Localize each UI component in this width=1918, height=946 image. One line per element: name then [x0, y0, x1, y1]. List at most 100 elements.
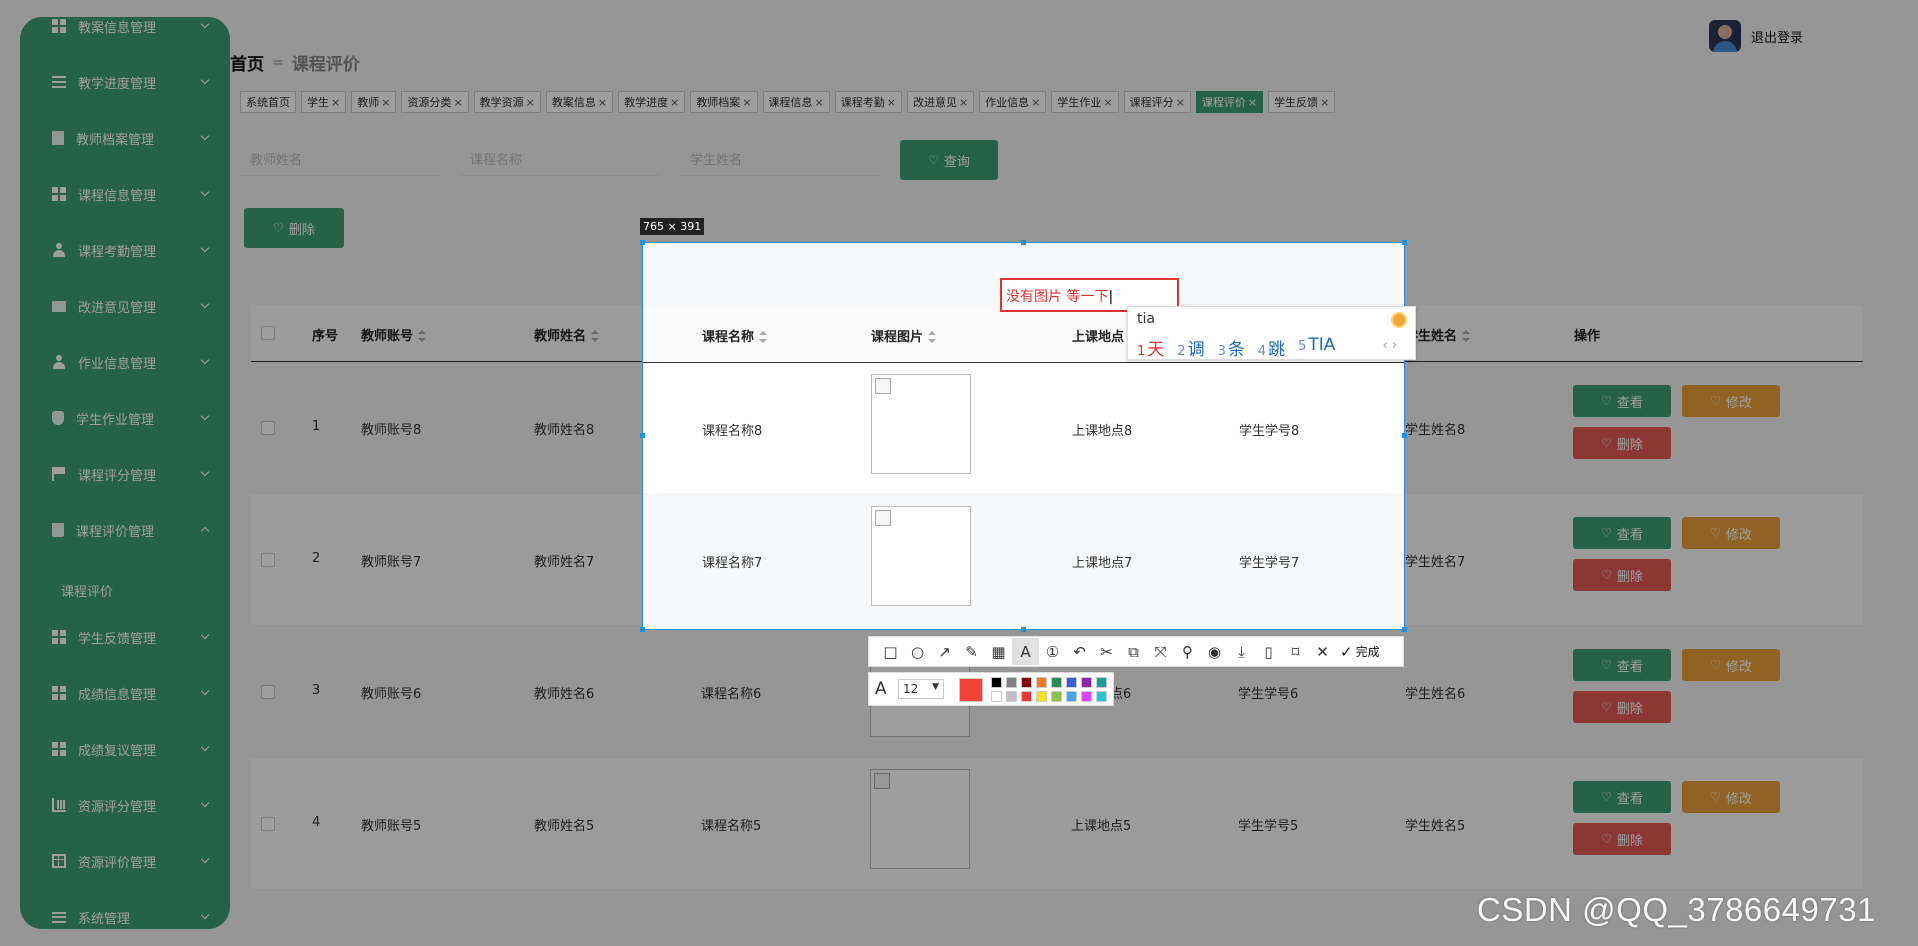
edit-button[interactable]: ♡ 修改: [1682, 517, 1780, 549]
sidebar-item[interactable]: 成绩复议管理: [20, 731, 230, 767]
tab-tag[interactable]: 教案信息 ×: [545, 91, 614, 113]
arrow-tool-icon[interactable]: ↗: [931, 638, 958, 665]
close-icon[interactable]: ×: [331, 96, 340, 109]
color-swatch[interactable]: [1006, 677, 1017, 688]
ocr-icon[interactable]: ⧉: [1120, 638, 1147, 665]
resize-handle[interactable]: [1402, 240, 1407, 245]
color-swatch[interactable]: [1096, 691, 1107, 702]
edit-button[interactable]: ♡ 修改: [1682, 649, 1780, 681]
ime-page-arrows-icon[interactable]: ‹ ›: [1382, 338, 1397, 353]
sidebar-item[interactable]: 改进意见管理: [20, 288, 230, 324]
course-name-search-input[interactable]: 课程名称: [460, 146, 660, 176]
sidebar-item[interactable]: 资源评价管理: [20, 843, 230, 879]
resize-handle[interactable]: [1402, 627, 1407, 632]
tab-tag[interactable]: 学生 ×: [301, 91, 347, 113]
sidebar-item[interactable]: 教师档案管理: [20, 120, 230, 156]
sort-icon[interactable]: [759, 331, 768, 343]
column-header[interactable]: 课程图片: [871, 326, 937, 345]
tab-tag[interactable]: 作业信息 ×: [979, 91, 1047, 113]
text-tool-icon[interactable]: A: [1012, 638, 1039, 665]
sidebar-item[interactable]: 课程考勤管理: [20, 232, 230, 268]
ime-candidate[interactable]: 5 TIA: [1298, 335, 1335, 360]
color-swatch[interactable]: [1051, 677, 1062, 688]
number-marker-icon[interactable]: ①: [1039, 638, 1066, 665]
resize-handle[interactable]: [640, 627, 645, 632]
color-swatch[interactable]: [1006, 691, 1017, 702]
tab-tag[interactable]: 资源分类 ×: [401, 91, 469, 113]
sidebar-item[interactable]: 成绩信息管理: [20, 675, 230, 711]
ellipse-tool-icon[interactable]: ○: [904, 638, 931, 665]
current-color-swatch[interactable]: [959, 678, 983, 702]
delete-button[interactable]: ♡ 删除: [1573, 427, 1671, 459]
color-swatch[interactable]: [1051, 691, 1062, 702]
undo-icon[interactable]: ↶: [1066, 638, 1093, 665]
column-header[interactable]: 课程名称: [702, 326, 768, 345]
row-checkbox[interactable]: [261, 685, 275, 699]
tab-tag[interactable]: 课程信息 ×: [762, 91, 830, 113]
download-icon[interactable]: ⤓: [1228, 638, 1255, 665]
sidebar-item[interactable]: 课程评分管理: [20, 456, 230, 492]
close-icon[interactable]: ×: [1248, 96, 1257, 109]
resize-handle[interactable]: [1402, 433, 1407, 438]
sort-icon[interactable]: [591, 330, 600, 342]
rectangle-tool-icon[interactable]: □: [877, 638, 904, 665]
sort-icon[interactable]: [928, 331, 937, 343]
query-button[interactable]: ♡ 查询: [900, 140, 998, 180]
close-icon[interactable]: ×: [381, 96, 390, 109]
row-checkbox[interactable]: [261, 553, 275, 567]
color-swatch[interactable]: [1066, 691, 1077, 702]
color-swatch[interactable]: [991, 677, 1002, 688]
close-icon[interactable]: ×: [526, 96, 535, 109]
delete-button[interactable]: ♡ 删除: [1573, 559, 1671, 591]
edit-button[interactable]: ♡ 修改: [1682, 781, 1780, 813]
sidebar-item[interactable]: 学生作业管理: [20, 400, 230, 436]
logout-link[interactable]: 退出登录: [1751, 27, 1803, 46]
column-header[interactable]: 序号: [312, 325, 338, 344]
ime-candidate[interactable]: 4跳: [1258, 335, 1285, 360]
tab-tag[interactable]: 学生反馈 ×: [1268, 91, 1336, 113]
view-button[interactable]: ♡ 查看: [1573, 649, 1671, 681]
scroll-capture-icon[interactable]: ⤧: [1147, 638, 1174, 665]
close-icon[interactable]: ×: [887, 96, 896, 109]
row-checkbox[interactable]: [261, 421, 275, 435]
sidebar-subitem[interactable]: 课程评价: [61, 581, 113, 600]
sidebar-item[interactable]: 资源评分管理: [20, 787, 230, 823]
avatar[interactable]: [1708, 20, 1741, 52]
close-icon[interactable]: ×: [670, 96, 679, 109]
ime-candidate[interactable]: 1天: [1137, 335, 1164, 360]
resize-handle[interactable]: [1021, 627, 1026, 632]
mosaic-tool-icon[interactable]: ▦: [985, 638, 1012, 665]
row-checkbox[interactable]: [261, 817, 275, 831]
close-icon[interactable]: ×: [453, 96, 462, 109]
ime-logo-icon[interactable]: [1391, 312, 1407, 328]
close-icon[interactable]: ×: [959, 96, 968, 109]
view-button[interactable]: ♡ 查看: [1573, 385, 1671, 417]
close-icon[interactable]: ×: [598, 96, 607, 109]
teacher-name-search-input[interactable]: 教师姓名: [240, 146, 440, 176]
resize-handle[interactable]: [1021, 240, 1026, 245]
tab-tag[interactable]: 课程评分 ×: [1123, 91, 1191, 113]
tab-tag[interactable]: 教学资源 ×: [473, 91, 541, 113]
record-icon[interactable]: ◉: [1201, 638, 1228, 665]
sidebar-item[interactable]: 系统管理: [20, 899, 230, 929]
close-icon[interactable]: ×: [1031, 96, 1040, 109]
bookmark-icon[interactable]: ⌑: [1282, 638, 1309, 665]
resize-handle[interactable]: [640, 433, 645, 438]
color-swatch[interactable]: [1066, 677, 1077, 688]
tab-tag[interactable]: 教师 ×: [351, 91, 397, 113]
sidebar-item[interactable]: 课程信息管理: [20, 176, 230, 212]
color-swatch[interactable]: [1081, 691, 1092, 702]
ime-candidate[interactable]: 2调: [1177, 335, 1204, 360]
column-header[interactable]: 教师账号: [361, 325, 427, 344]
column-header[interactable]: 操作: [1574, 325, 1600, 344]
close-icon[interactable]: ×: [742, 96, 751, 109]
device-icon[interactable]: ▯: [1255, 638, 1282, 665]
breadcrumb-home[interactable]: 首页: [230, 50, 264, 75]
pin-icon[interactable]: ⚲: [1174, 638, 1201, 665]
sort-icon[interactable]: [418, 330, 427, 342]
color-swatch[interactable]: [1081, 677, 1092, 688]
color-swatch[interactable]: [991, 691, 1002, 702]
column-header[interactable]: 教师姓名: [534, 325, 600, 344]
sidebar-item[interactable]: 教案信息管理: [20, 17, 230, 44]
student-name-search-input[interactable]: 学生姓名: [680, 146, 880, 176]
